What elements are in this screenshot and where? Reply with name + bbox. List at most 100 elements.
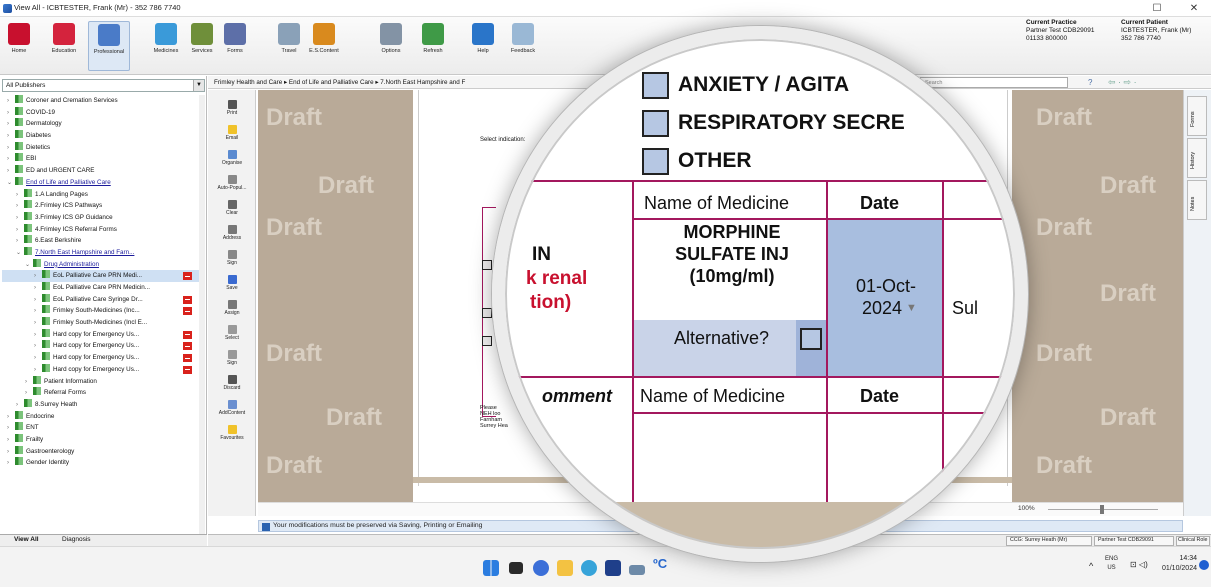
file-explorer-icon[interactable] <box>557 560 573 576</box>
tab-forms[interactable]: Forms <box>1187 96 1207 136</box>
tree-item[interactable]: › 6.East Berkshire <box>2 235 202 247</box>
tool-save[interactable]: Save <box>208 275 256 291</box>
discard-icon <box>227 375 237 384</box>
tree-item[interactable]: › Referral Forms <box>2 387 202 399</box>
notification-icon[interactable] <box>1199 560 1209 570</box>
tree-item[interactable]: › Gastroenterology <box>2 445 202 458</box>
tree-item[interactable]: › Dermatology <box>2 118 202 130</box>
tab-notes[interactable]: Notes <box>1187 180 1207 220</box>
close-button[interactable]: ✕ <box>1177 0 1211 17</box>
clock[interactable]: 14:34 01/10/2024 <box>1159 554 1197 574</box>
tree-item[interactable]: › Hard copy for Emergency Us... <box>2 328 202 341</box>
tool-favourites[interactable]: Favourites <box>208 425 256 441</box>
remove-icon[interactable] <box>183 365 192 374</box>
tree-item[interactable]: ⌄ Drug Administration <box>2 258 202 271</box>
breadcrumb[interactable]: Frimley Health and Care ▸ End of Life an… <box>214 79 465 86</box>
tree-item[interactable]: › COVID-19 <box>2 106 202 119</box>
form-checkbox[interactable] <box>482 260 492 270</box>
tool-select[interactable]: Select <box>208 325 256 341</box>
tree-item[interactable]: › Patient Information <box>2 375 202 388</box>
tree-item[interactable]: › Endocrine <box>2 410 202 423</box>
tree-item[interactable]: › Hard copy for Emergency Us... <box>2 340 202 352</box>
ribbon-button-professional[interactable]: Professional <box>88 21 130 71</box>
tool-auto-popul[interactable]: Auto-Popul... <box>208 175 256 191</box>
tool-address[interactable]: Address <box>208 225 256 241</box>
remove-icon[interactable] <box>183 354 192 363</box>
ribbon-button-forms[interactable]: Forms <box>222 21 248 71</box>
tree-scrollbar[interactable] <box>199 95 205 535</box>
remove-icon[interactable] <box>183 342 192 351</box>
tree-item[interactable]: › Frailty <box>2 433 202 446</box>
tree-item[interactable]: › 8.Surrey Heath <box>2 398 202 411</box>
book-icon <box>42 328 50 337</box>
tree-item[interactable]: ⌄ 7.North East Hampshire and Farn... <box>2 246 202 259</box>
tool-label: Organise <box>221 160 243 166</box>
tree-item[interactable]: › Coroner and Cremation Services <box>2 95 202 107</box>
tree-item[interactable]: › Dietetics <box>2 141 202 154</box>
ribbon-button-travel[interactable]: Travel <box>276 21 302 71</box>
windows-start-icon[interactable] <box>483 560 499 576</box>
ribbon-button-e-s-content[interactable]: E.S.Content <box>306 21 342 71</box>
ribbon-button-education[interactable]: Education <box>48 21 80 71</box>
remove-icon[interactable] <box>183 307 192 316</box>
tool-sign[interactable]: Sign <box>208 250 256 266</box>
forms-icon <box>224 23 246 45</box>
chevron-up-icon[interactable]: ^ <box>1089 561 1093 571</box>
tree-item[interactable]: › ENT <box>2 422 202 434</box>
zoom-slider-thumb[interactable] <box>1100 505 1104 514</box>
tree-item[interactable]: › EoL Palliative Care PRN Medicin... <box>2 282 202 294</box>
tab-diagnosis[interactable]: Diagnosis <box>62 536 91 543</box>
tree-item[interactable]: › Frimley South-Medicines (Inc... <box>2 305 202 317</box>
form-checkbox[interactable] <box>482 308 492 318</box>
tree-item[interactable]: › Gender Identity <box>2 457 202 469</box>
ribbon-button-medicines[interactable]: Medicines <box>150 21 182 71</box>
tool-clear[interactable]: Clear <box>208 200 256 216</box>
ribbon-button-label: Help <box>477 48 489 54</box>
tab-history[interactable]: History <box>1187 138 1207 178</box>
tab-view-all[interactable]: View All <box>14 536 39 543</box>
tool-sign[interactable]: Sign <box>208 350 256 366</box>
tree-item[interactable]: › EoL Palliative Care Syringe Dr... <box>2 293 202 306</box>
ribbon-button-options[interactable]: Options <box>378 21 404 71</box>
ribbon-button-help[interactable]: Help <box>470 21 496 71</box>
ribbon-button-refresh[interactable]: Refresh <box>418 21 448 71</box>
tree-item[interactable]: › 3.Frimley ICS GP Guidance <box>2 211 202 224</box>
tool-print[interactable]: Print <box>208 100 256 116</box>
chevron-right-icon[interactable]: › <box>7 458 15 470</box>
restore-button[interactable]: ☐ <box>1140 0 1174 17</box>
remove-icon[interactable] <box>183 295 192 304</box>
tree-item[interactable]: › EBI <box>2 153 202 165</box>
remove-icon[interactable] <box>183 330 192 339</box>
tool-addcontent[interactable]: AddContent <box>208 400 256 416</box>
tree-item[interactable]: › 2.Frimley ICS Pathways <box>2 200 202 212</box>
tool-organise[interactable]: Organise <box>208 150 256 166</box>
tree-item[interactable]: › ED and URGENT CARE <box>2 165 202 177</box>
tree-item[interactable]: › Hard copy for Emergency Us... <box>2 352 202 364</box>
edge-icon[interactable] <box>581 560 597 576</box>
task-view-icon[interactable] <box>509 562 523 574</box>
network-app-icon[interactable] <box>629 565 645 575</box>
publisher-select[interactable]: All Publishers ▼ <box>2 79 205 92</box>
tree-item[interactable]: › 4.Frimley ICS Referral Forms <box>2 223 202 236</box>
browser-icon[interactable] <box>533 560 549 576</box>
tool-email[interactable]: Email <box>208 125 256 141</box>
tree-item[interactable]: › Hard copy for Emergency Us... <box>2 363 202 376</box>
nav-arrows-icon[interactable]: ⇦ · ⇨ · <box>1108 77 1137 88</box>
store-icon[interactable] <box>605 560 621 576</box>
tree-item[interactable]: › EoL Palliative Care PRN Medi... <box>2 270 202 282</box>
tree-item[interactable]: › Frimley South-Medicines (Incl E... <box>2 317 202 329</box>
zoom-level[interactable]: 100% <box>1018 505 1035 512</box>
tree-item[interactable]: › Diabetes <box>2 130 202 142</box>
network-volume-icon[interactable]: ⊡ ◁) <box>1130 560 1148 569</box>
tool-discard[interactable]: Discard <box>208 375 256 391</box>
form-checkbox[interactable] <box>482 336 492 346</box>
ribbon-button-home[interactable]: Home <box>4 21 34 71</box>
language-indicator[interactable]: ENG US <box>1105 555 1118 573</box>
app-taskbar-icon[interactable]: ºC <box>653 556 669 572</box>
ribbon-button-services[interactable]: Services <box>188 21 216 71</box>
tool-assign[interactable]: Assign <box>208 300 256 316</box>
tree-item[interactable]: ⌄ End of Life and Palliative Care <box>2 176 202 189</box>
tree-item[interactable]: › 1.A Landing Pages <box>2 188 202 201</box>
remove-icon[interactable] <box>183 272 192 281</box>
help-icon[interactable]: ? <box>1088 78 1092 87</box>
